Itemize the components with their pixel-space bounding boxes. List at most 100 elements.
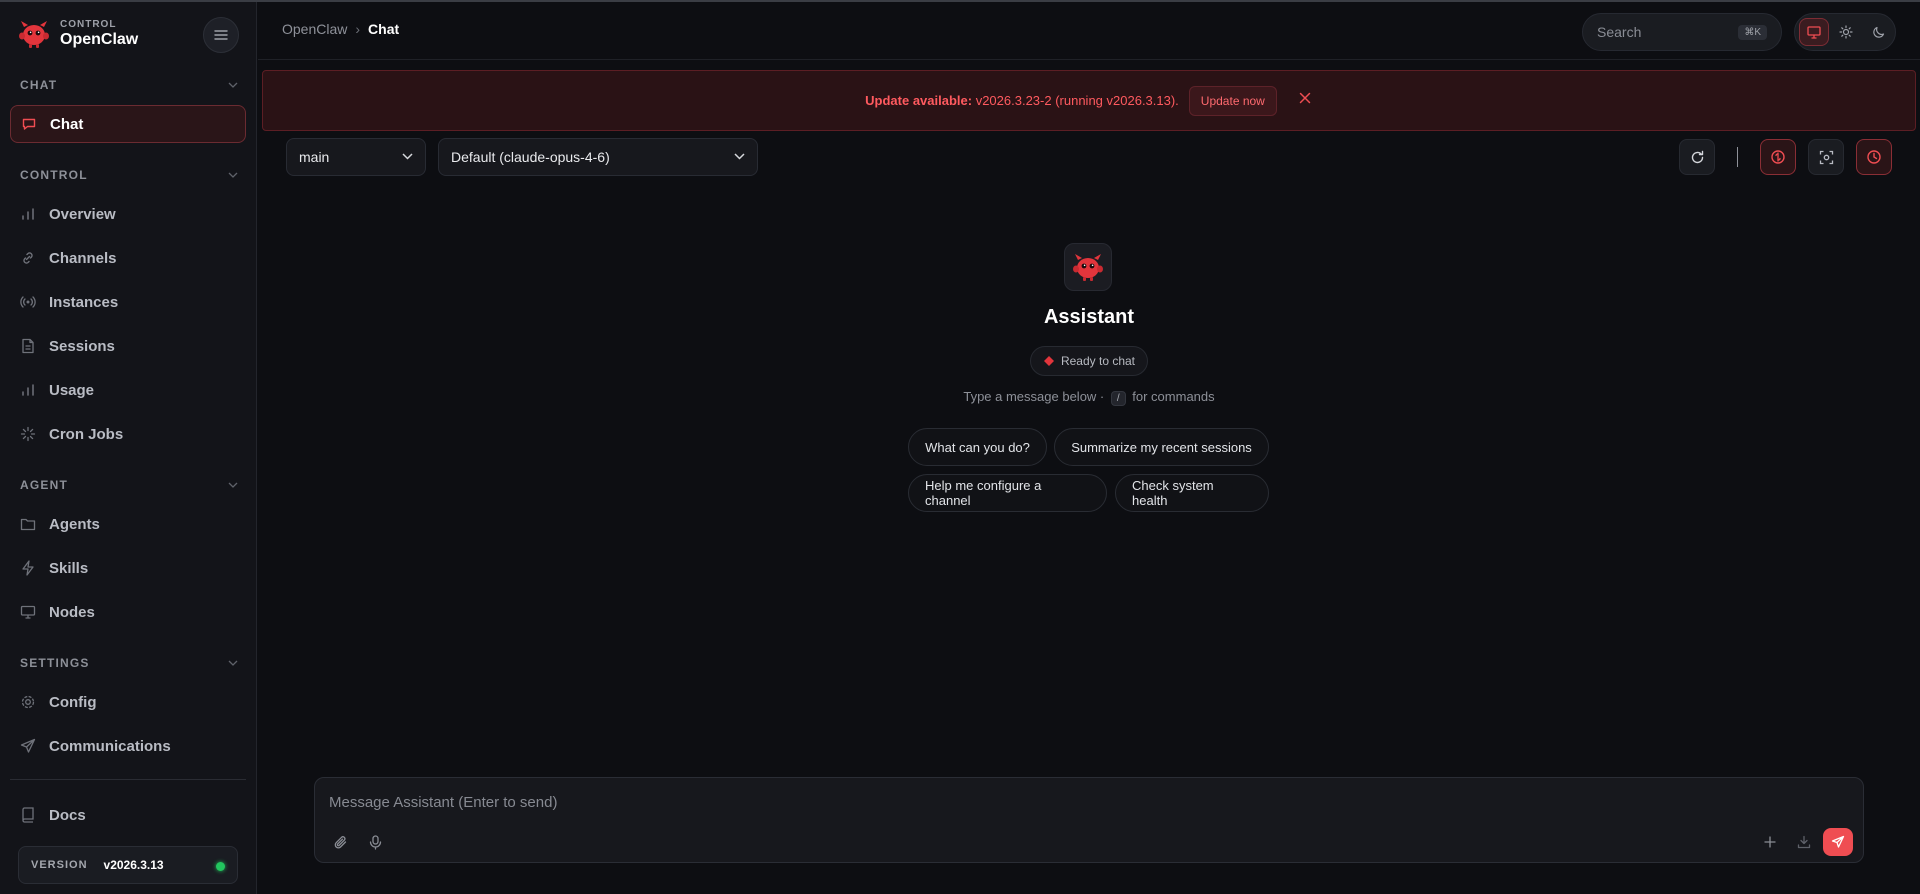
sidebar-item-label: Agents: [49, 515, 100, 533]
claw-mascot-icon: [1072, 251, 1104, 283]
section-title: AGENT: [20, 478, 68, 492]
assistant-title: Assistant: [1043, 306, 1135, 328]
brand[interactable]: CONTROL OpenClaw: [18, 18, 138, 50]
chevron-down-icon: [402, 153, 413, 160]
clock-icon: [1866, 149, 1882, 165]
radio-icon: [20, 294, 36, 310]
sidebar-item-sessions[interactable]: Sessions: [10, 327, 246, 365]
hamburger-icon: [214, 29, 228, 41]
sidebar-item-channels[interactable]: Channels: [10, 239, 246, 277]
sidebar-item-label: Communications: [49, 737, 171, 755]
theme-switcher: [1794, 13, 1896, 51]
send-icon: [20, 738, 36, 754]
update-message-strong: Update available:: [865, 93, 973, 108]
sidebar-item-skills[interactable]: Skills: [10, 549, 246, 587]
moon-icon: [1872, 26, 1885, 39]
theme-dark-button[interactable]: [1863, 18, 1893, 46]
suggestion-chip[interactable]: Check system health: [1115, 474, 1269, 512]
brain-icon: [1770, 149, 1786, 165]
hint-text-after: for commands: [1128, 389, 1215, 404]
suggestion-chip[interactable]: What can you do?: [908, 428, 1047, 466]
download-icon[interactable]: [1793, 831, 1815, 853]
command-key-badge: /: [1110, 391, 1126, 406]
thinking-toggle-button[interactable]: [1760, 139, 1796, 175]
hint-text-before: Type a message below ·: [963, 389, 1108, 404]
version-value: v2026.3.13: [103, 858, 164, 872]
sidebar-item-overview[interactable]: Overview: [10, 195, 246, 233]
ready-status-text: Ready to chat: [1060, 354, 1136, 368]
close-icon[interactable]: [1297, 90, 1313, 106]
refresh-button[interactable]: [1679, 139, 1715, 175]
plus-icon[interactable]: [1759, 831, 1781, 853]
chevron-down-icon: [228, 660, 238, 666]
sidebar-item-nodes[interactable]: Nodes: [10, 593, 246, 631]
theme-light-button[interactable]: [1831, 18, 1861, 46]
breadcrumb-current: Chat: [368, 21, 400, 37]
section-control[interactable]: CONTROL: [20, 167, 238, 183]
agent-select[interactable]: main: [286, 138, 426, 176]
folder-icon: [20, 516, 36, 532]
agent-select-value: main: [299, 149, 330, 165]
microphone-icon[interactable]: [364, 831, 386, 853]
sidebar-item-label: Cron Jobs: [49, 425, 124, 443]
sidebar-divider: [10, 779, 246, 780]
send-button[interactable]: [1823, 828, 1853, 856]
breadcrumb: OpenClaw › Chat: [282, 21, 399, 37]
chevron-down-icon: [228, 82, 238, 88]
breadcrumb-separator: ›: [355, 21, 361, 37]
monitor-icon: [20, 604, 36, 620]
sidebar-item-cron-jobs[interactable]: Cron Jobs: [10, 415, 246, 453]
history-button[interactable]: [1856, 139, 1892, 175]
sidebar-item-label: Overview: [49, 205, 116, 223]
ready-status-row: Ready to chat: [258, 346, 1920, 376]
update-message: Update available: v2026.3.23-2 (running …: [865, 93, 1179, 108]
section-title: SETTINGS: [20, 656, 90, 670]
suggestion-chip[interactable]: Help me configure a channel: [908, 474, 1107, 512]
monitor-icon: [1807, 25, 1821, 39]
sidebar-item-docs[interactable]: Docs: [10, 796, 246, 834]
sidebar-toggle-button[interactable]: [203, 17, 239, 53]
sidebar-item-label: Config: [49, 693, 97, 711]
section-title: CONTROL: [20, 168, 88, 182]
suggestion-chip[interactable]: Summarize my recent sessions: [1054, 428, 1269, 466]
update-now-button[interactable]: Update now: [1188, 85, 1277, 116]
search-placeholder: Search: [1597, 24, 1642, 40]
chevron-down-icon: [228, 172, 238, 178]
section-chat[interactable]: CHAT: [20, 77, 238, 93]
connection-status-dot: [216, 862, 225, 871]
claw-mascot-icon: [18, 18, 50, 50]
section-settings[interactable]: SETTINGS: [20, 655, 238, 671]
paperclip-icon[interactable]: [329, 831, 351, 853]
message-input[interactable]: [329, 790, 1829, 814]
theme-system-button[interactable]: [1799, 18, 1829, 46]
search-input[interactable]: Search ⌘K: [1582, 13, 1782, 51]
gear-icon: [20, 694, 36, 710]
model-select[interactable]: Default (claude-opus-4-6): [438, 138, 758, 176]
version-label: VERSION: [31, 859, 88, 871]
breadcrumb-root[interactable]: OpenClaw: [282, 21, 347, 37]
lightning-icon: [20, 560, 36, 576]
sidebar-item-chat[interactable]: Chat: [10, 105, 246, 143]
focus-mode-button[interactable]: [1808, 139, 1844, 175]
update-message-detail: v2026.3.23-2 (running v2026.3.13).: [972, 93, 1179, 108]
sidebar-item-instances[interactable]: Instances: [10, 283, 246, 321]
section-title: CHAT: [20, 78, 58, 92]
chevron-down-icon: [734, 153, 745, 160]
sidebar-item-communications[interactable]: Communications: [10, 727, 246, 765]
sun-icon: [1839, 25, 1853, 39]
toolbar-divider: [1737, 147, 1738, 167]
sidebar-item-config[interactable]: Config: [10, 683, 246, 721]
model-select-value: Default (claude-opus-4-6): [451, 149, 610, 165]
refresh-icon: [1690, 150, 1705, 165]
book-icon: [20, 807, 36, 823]
claw-mascot-icon: [1043, 355, 1055, 367]
sidebar: CONTROL OpenClaw CHAT Chat CONTROL Overv…: [0, 2, 257, 894]
sidebar-item-label: Channels: [49, 249, 117, 267]
document-icon: [20, 338, 36, 354]
focus-icon: [1819, 150, 1834, 165]
chat-bubble-icon: [21, 116, 37, 132]
sidebar-item-label: Usage: [49, 381, 95, 399]
sidebar-item-agents[interactable]: Agents: [10, 505, 246, 543]
section-agent[interactable]: AGENT: [20, 477, 238, 493]
sidebar-item-usage[interactable]: Usage: [10, 371, 246, 409]
